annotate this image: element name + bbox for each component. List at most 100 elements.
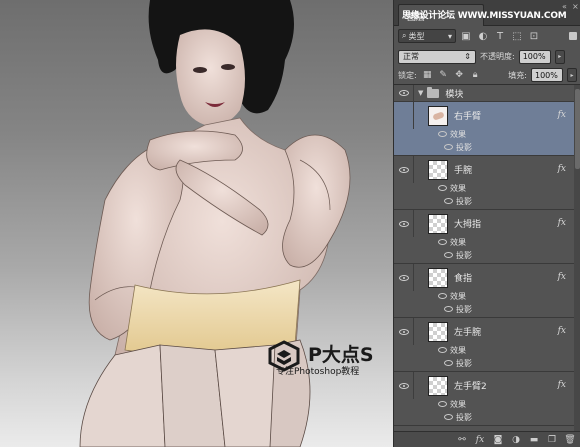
layer-row[interactable]: 左手臂2 fx 效果 投影 [394,372,574,426]
lock-position-icon[interactable]: ✥ [454,70,465,81]
layer-name: 左手臂2 [454,382,487,392]
eye-icon [398,328,409,335]
mask-icon[interactable]: ◙ [493,435,503,445]
visibility-toggle[interactable] [394,318,414,345]
layer-thumbnail [428,159,448,180]
effects-label: 效果 [450,292,466,301]
effects-eye-icon[interactable] [438,185,447,191]
layer-thumbnail [428,321,448,342]
layer-thumbnail [428,375,448,396]
folder-icon [427,86,440,98]
effects-label: 效果 [450,130,466,139]
fx-icon[interactable]: fx [558,272,566,282]
visibility-toggle[interactable] [394,85,414,101]
effects-eye-icon[interactable] [438,131,447,137]
lock-pixels-icon[interactable]: ✎ [438,70,449,81]
fx-icon[interactable]: fx [558,164,566,174]
layer-thumbnail [428,213,448,234]
layer-row[interactable]: 手腕 fx 效果 投影 [394,156,574,210]
drop-shadow-label: 投影 [456,359,472,368]
group-name: 模块 [445,89,464,100]
collapse-icon[interactable]: « [562,2,567,11]
drop-shadow-label: 投影 [456,305,472,314]
drop-shadow-eye-icon[interactable] [444,198,453,204]
new-layer-icon[interactable]: ❐ [547,435,557,445]
drop-shadow-label: 投影 [456,251,472,260]
layer-row[interactable]: 大拇指 fx 效果 投影 [394,210,574,264]
new-group-icon[interactable]: ▬ [529,435,539,445]
visibility-toggle[interactable] [394,156,414,183]
layer-row[interactable]: 食指 fx 效果 投影 [394,264,574,318]
lock-row: 锁定: ▦ ✎ ✥ 🔒︎ 填充: 100% ▸ [394,66,580,85]
drop-shadow-label: 投影 [456,143,472,152]
panel-footer: ⚯ fx ◙ ◑ ▬ ❐ 🗑︎ [394,431,580,447]
fx-icon[interactable]: fx [558,380,566,390]
scrollbar-thumb[interactable] [575,89,580,169]
layer-row[interactable]: 左手腕 fx 效果 投影 [394,318,574,372]
lock-label: 锁定: [398,70,417,80]
drop-shadow-eye-icon[interactable] [444,252,453,258]
lock-transparency-icon[interactable]: ▦ [422,70,433,81]
layer-thumbnail [428,267,448,288]
layer-name: 左手腕 [454,328,482,338]
layer-name: 手腕 [454,166,473,176]
brand-title: P大点S [308,344,374,366]
drop-shadow-eye-icon[interactable] [444,306,453,312]
opacity-dropdown-icon[interactable]: ▸ [554,49,565,64]
adjustment-filter-icon[interactable]: ◐ [476,29,490,43]
search-icon: ⌕ [402,31,407,40]
blend-mode-value: 正常 [403,52,419,61]
layer-thumbnail [428,105,448,126]
eye-icon [398,166,409,173]
site-watermark: 思缘设计论坛 WWW.MISSYUAN.COM [402,11,567,21]
filter-kind-select[interactable]: ⌕ 类型 ▾ [398,29,456,43]
pixel-filter-icon[interactable]: ▣ [459,29,473,43]
trash-icon[interactable]: 🗑︎ [564,435,575,445]
fx-icon[interactable]: fx [475,435,485,445]
effects-eye-icon[interactable] [438,401,447,407]
drop-shadow-eye-icon[interactable] [444,360,453,366]
visibility-toggle[interactable] [394,210,414,237]
eye-icon [398,90,409,96]
layer-row[interactable]: 右手臂 fx 效果 投影 [394,102,574,156]
fill-input[interactable]: 100% [531,68,563,82]
layer-name: 右手臂 [454,112,482,122]
opacity-input[interactable]: 100% [518,49,551,64]
type-filter-icon[interactable]: T [493,29,507,43]
expand-triangle-icon[interactable]: ▼ [418,89,423,97]
fx-icon[interactable]: fx [558,110,566,120]
effects-eye-icon[interactable] [438,239,447,245]
visibility-toggle[interactable] [394,372,414,399]
lock-all-icon[interactable]: 🔒︎ [470,70,481,81]
filter-kind-label: 类型 [408,31,425,41]
effects-eye-icon[interactable] [438,293,447,299]
blend-mode-select[interactable]: 正常 ⇕ [398,49,476,64]
fill-dropdown-icon[interactable]: ▸ [567,68,577,82]
link-layers-icon[interactable]: ⚯ [457,435,467,445]
adjustment-icon[interactable]: ◑ [511,435,521,445]
chevron-down-icon: ▾ [447,31,452,41]
eye-icon [398,274,409,281]
effects-label: 效果 [450,184,466,193]
visibility-toggle[interactable] [394,102,414,129]
fx-icon[interactable]: fx [558,218,566,228]
effects-eye-icon[interactable] [438,347,447,353]
visibility-toggle[interactable] [394,264,414,291]
close-panel-icon[interactable]: × [572,2,579,11]
smart-object-filter-icon[interactable]: ⊡ [527,29,541,43]
document-canvas[interactable]: P大点S 专注Photoshop教程 [0,0,393,447]
drop-shadow-eye-icon[interactable] [444,144,453,150]
effects-label: 效果 [450,238,466,247]
panel-header: 图层 思缘设计论坛 WWW.MISSYUAN.COM « × [394,0,580,26]
layers-panel: 图层 思缘设计论坛 WWW.MISSYUAN.COM « × ⌕ 类型 ▾ ▣ … [393,0,580,447]
layers-scrollbar[interactable] [574,85,580,431]
layer-name: 食指 [454,274,473,284]
shape-filter-icon[interactable]: ⬚ [510,29,524,43]
brand-subtitle: 专注Photoshop教程 [276,367,360,377]
artwork-illustration [79,0,351,447]
layer-group[interactable]: ▼ 模块 [394,85,574,102]
drop-shadow-eye-icon[interactable] [444,414,453,420]
fx-icon[interactable]: fx [558,326,566,336]
effects-label: 效果 [450,346,466,355]
filter-toggle[interactable] [569,32,577,40]
